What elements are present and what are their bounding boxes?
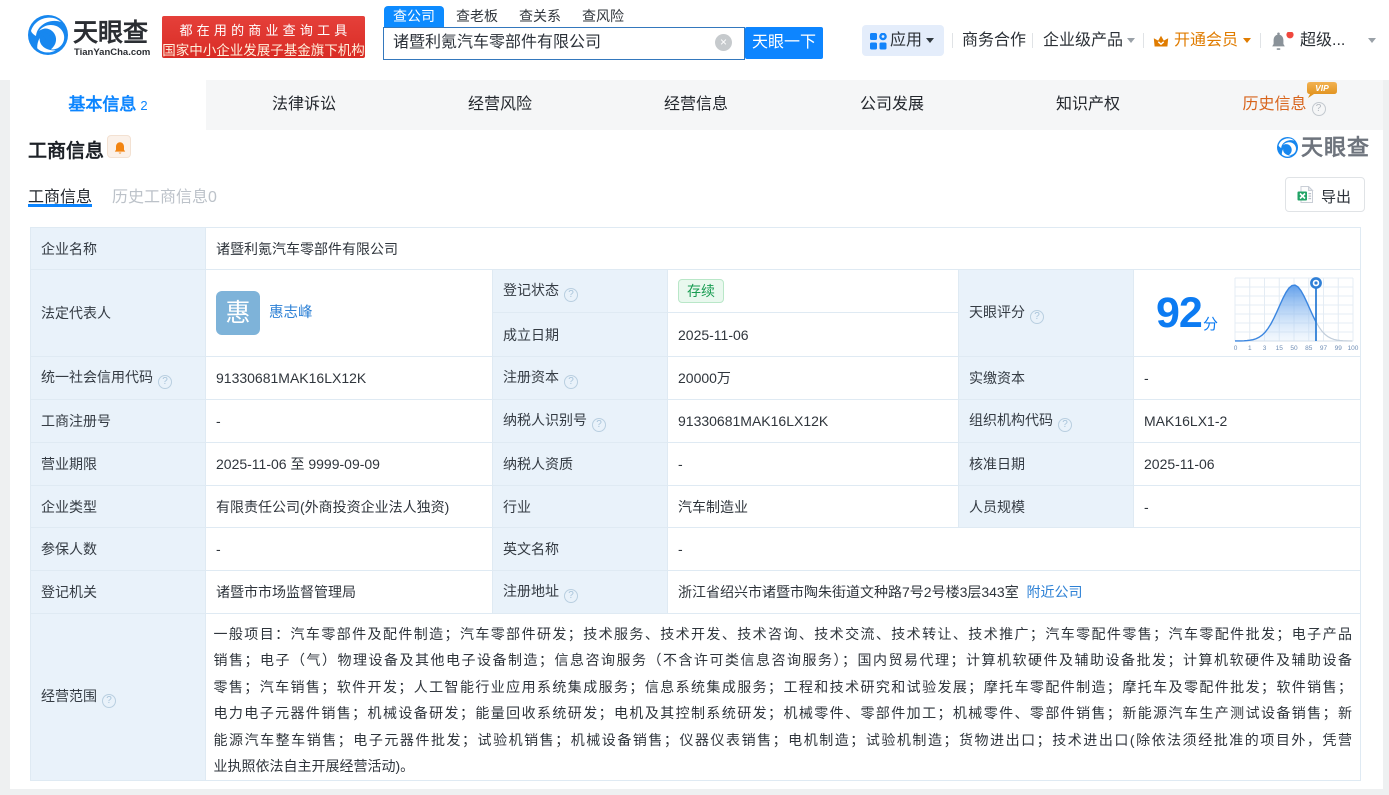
svg-text:1: 1 — [1248, 345, 1252, 351]
svg-text:85: 85 — [1305, 345, 1313, 351]
svg-text:97: 97 — [1320, 345, 1328, 351]
svg-text:VIP: VIP — [1315, 83, 1329, 93]
svg-text:50: 50 — [1290, 345, 1298, 351]
svg-text:100: 100 — [1348, 345, 1359, 351]
svg-text:99: 99 — [1335, 345, 1343, 351]
svg-text:0: 0 — [1234, 345, 1238, 351]
svg-text:3: 3 — [1263, 345, 1267, 351]
svg-text:15: 15 — [1276, 345, 1284, 351]
